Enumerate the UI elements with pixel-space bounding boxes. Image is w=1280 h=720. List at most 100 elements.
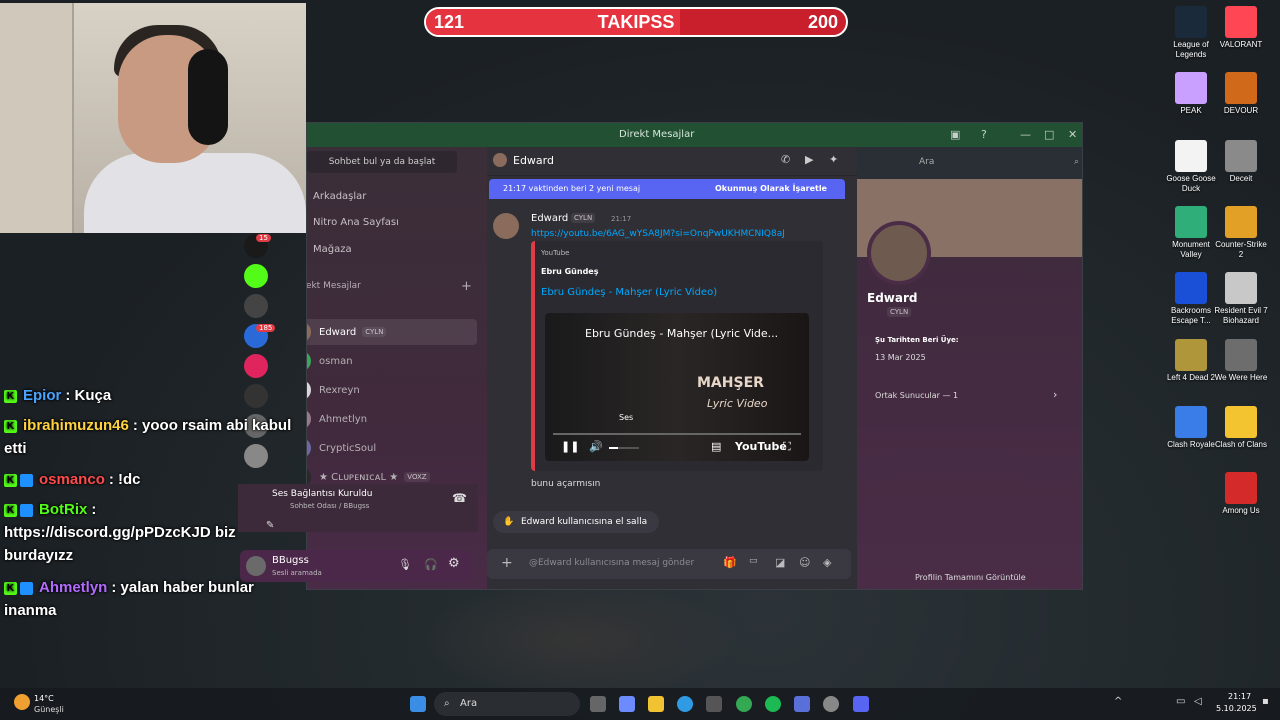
desktop-icon-label: Among Us — [1222, 506, 1260, 515]
message-avatar[interactable] — [493, 213, 519, 239]
dm-item[interactable]: Rexreyn — [307, 377, 477, 403]
clock-time[interactable]: 21:17 — [1228, 692, 1251, 701]
unread-badge: 15 — [256, 234, 271, 242]
gift-icon[interactable]: 🎁 — [723, 556, 737, 569]
chat-text: : Kuça — [65, 387, 112, 404]
copilot-icon[interactable] — [619, 696, 635, 712]
desktop-icon[interactable]: Among Us — [1213, 472, 1269, 516]
weather-desc[interactable]: Güneşli — [34, 705, 64, 714]
gif-icon[interactable]: ▭ — [749, 556, 758, 566]
app-icon[interactable] — [823, 696, 839, 712]
message-link[interactable]: https://youtu.be/6AG_wYSA8JM?si=OnqPwUKH… — [531, 229, 785, 239]
desktop-icon[interactable]: We Were Here — [1213, 339, 1269, 383]
emoji-icon[interactable]: ☺ — [799, 556, 810, 569]
sticker-icon[interactable]: ◪ — [775, 556, 785, 569]
mutual-servers[interactable]: Ortak Sunucular — 1 — [875, 391, 958, 400]
desktop-icon[interactable]: PEAK — [1163, 72, 1219, 116]
store-icon[interactable] — [706, 696, 722, 712]
desktop-icon[interactable]: Counter-Strike 2 — [1213, 206, 1269, 260]
video-call-icon[interactable]: ▶ — [805, 153, 813, 166]
microphone-icon[interactable]: 🎙 — [398, 558, 412, 571]
view-full-profile[interactable]: Profilin Tamamını Görüntüle — [915, 573, 1026, 582]
youtube-logo[interactable]: YouTube — [735, 440, 787, 453]
disconnect-icon[interactable]: ☎ — [452, 491, 467, 505]
desktop-icon[interactable]: VALORANT — [1213, 6, 1269, 50]
volume-slider[interactable] — [609, 447, 639, 449]
desktop-icon[interactable]: League of Legends — [1163, 6, 1219, 60]
find-conversation-input[interactable]: Sohbet bul ya da başlat — [307, 151, 457, 173]
taskbar-search[interactable]: ⌕ Ara — [434, 692, 580, 716]
server-icon[interactable] — [244, 264, 268, 288]
pin-icon[interactable]: ✦ — [829, 153, 838, 166]
task-view-icon[interactable] — [590, 696, 606, 712]
server-icon[interactable] — [244, 354, 268, 378]
weather-temp[interactable]: 14°C — [34, 694, 54, 703]
dm-item[interactable]: CrypticSoul — [307, 435, 477, 461]
follower-label: TAKIPSS — [597, 11, 675, 32]
window-titlebar[interactable]: Direkt Mesajlar ▣ ? — □ ✕ — [307, 123, 1082, 147]
help-icon[interactable]: ? — [981, 128, 987, 141]
spotify-icon[interactable] — [765, 696, 781, 712]
discord-icon[interactable] — [853, 696, 869, 712]
chrome-icon[interactable] — [736, 696, 752, 712]
chat-text: : !dc — [108, 471, 141, 488]
desktop-icon[interactable]: Left 4 Dead 2 — [1163, 339, 1219, 383]
network-icon[interactable]: ▭ — [1176, 696, 1185, 707]
chevron-right-icon[interactable]: › — [1053, 388, 1057, 401]
pause-icon[interactable]: ❚❚ — [561, 440, 579, 453]
desktop-icon[interactable]: Clash Royale — [1163, 406, 1219, 450]
file-explorer-icon[interactable] — [648, 696, 664, 712]
maximize-button[interactable]: □ — [1044, 128, 1054, 141]
kick-badge-icon: K — [4, 473, 17, 487]
start-icon[interactable] — [410, 696, 426, 712]
dm-item[interactable]: Edward CYLN — [307, 319, 477, 345]
server-icon[interactable] — [244, 294, 268, 318]
progress-bar[interactable] — [553, 433, 801, 435]
message-composer[interactable]: + @Edward kullanıcısına mesaj gönder 🎁 ▭… — [487, 549, 851, 579]
weather-icon[interactable] — [14, 694, 30, 710]
tray-chevron-icon[interactable]: ^ — [1114, 696, 1122, 707]
new-dm-plus-icon[interactable]: + — [461, 279, 472, 294]
edge-icon[interactable] — [677, 696, 693, 712]
fullscreen-icon[interactable]: ⛶ — [783, 440, 791, 454]
video-player[interactable]: Ebru Gündeş - Mahşer (Lyric Vide... MAHŞ… — [545, 313, 809, 461]
avatar — [307, 380, 311, 400]
mark-read-button[interactable]: Okunmuş Olarak İşaretle — [715, 179, 827, 199]
nav-store[interactable]: Mağaza — [313, 244, 352, 255]
desktop-icon[interactable]: Deceit — [1213, 140, 1269, 184]
headphones-icon[interactable]: 🎧 — [424, 558, 438, 571]
clock-date[interactable]: 5.10.2025 — [1216, 704, 1257, 713]
dm-item[interactable]: osman — [307, 348, 477, 374]
volume-icon[interactable]: 🔊 — [589, 440, 603, 453]
wave-button[interactable]: ✋ Edward kullanıcısına el salla — [493, 511, 660, 533]
settings-gear-icon[interactable]: ⚙ — [448, 556, 460, 571]
dm-name: CrypticSoul — [319, 442, 377, 454]
profile-avatar[interactable] — [867, 221, 931, 285]
new-messages-bar[interactable]: 21:17 vaktinden beri 2 yeni mesaj Okunmu… — [489, 179, 845, 199]
nav-friends[interactable]: Arkadaşlar — [313, 191, 366, 202]
desktop-icon[interactable]: Clash of Clans — [1213, 406, 1269, 450]
call-icon[interactable]: ✆ — [781, 153, 790, 166]
notifications-icon[interactable]: ▪ — [1262, 696, 1269, 707]
profile-name: Edward — [867, 291, 918, 305]
embed-title[interactable]: Ebru Gündeş - Mahşer (Lyric Video) — [541, 287, 717, 298]
desktop-icon[interactable]: DEVOUR — [1213, 72, 1269, 116]
attach-plus-icon[interactable]: + — [501, 555, 513, 571]
screen-share-icon[interactable]: ▣ — [950, 128, 960, 141]
embed-author[interactable]: Ebru Gündeş — [541, 267, 599, 276]
header-search[interactable]: Ara ⌕ — [913, 153, 1082, 171]
steam-icon[interactable] — [794, 696, 810, 712]
desktop-icon[interactable]: Backrooms Escape T... — [1163, 272, 1219, 326]
close-button[interactable]: ✕ — [1068, 128, 1077, 141]
speaker-icon[interactable]: ◁ — [1194, 696, 1202, 707]
app-launcher-icon[interactable]: ◈ — [823, 556, 831, 569]
subtitles-icon[interactable]: ▤ — [711, 440, 721, 453]
minimize-button[interactable]: — — [1020, 128, 1031, 141]
message-author[interactable]: Edward — [531, 213, 568, 224]
desktop-icon[interactable]: Goose Goose Duck — [1163, 140, 1219, 194]
desktop-icon[interactable]: Resident Evil 7 Biohazard — [1213, 272, 1269, 326]
dm-item[interactable]: Ahmetlyn — [307, 406, 477, 432]
app-icon — [1175, 140, 1207, 172]
desktop-icon[interactable]: Monument Valley — [1163, 206, 1219, 260]
nav-nitro[interactable]: Nitro Ana Sayfası — [313, 217, 399, 228]
